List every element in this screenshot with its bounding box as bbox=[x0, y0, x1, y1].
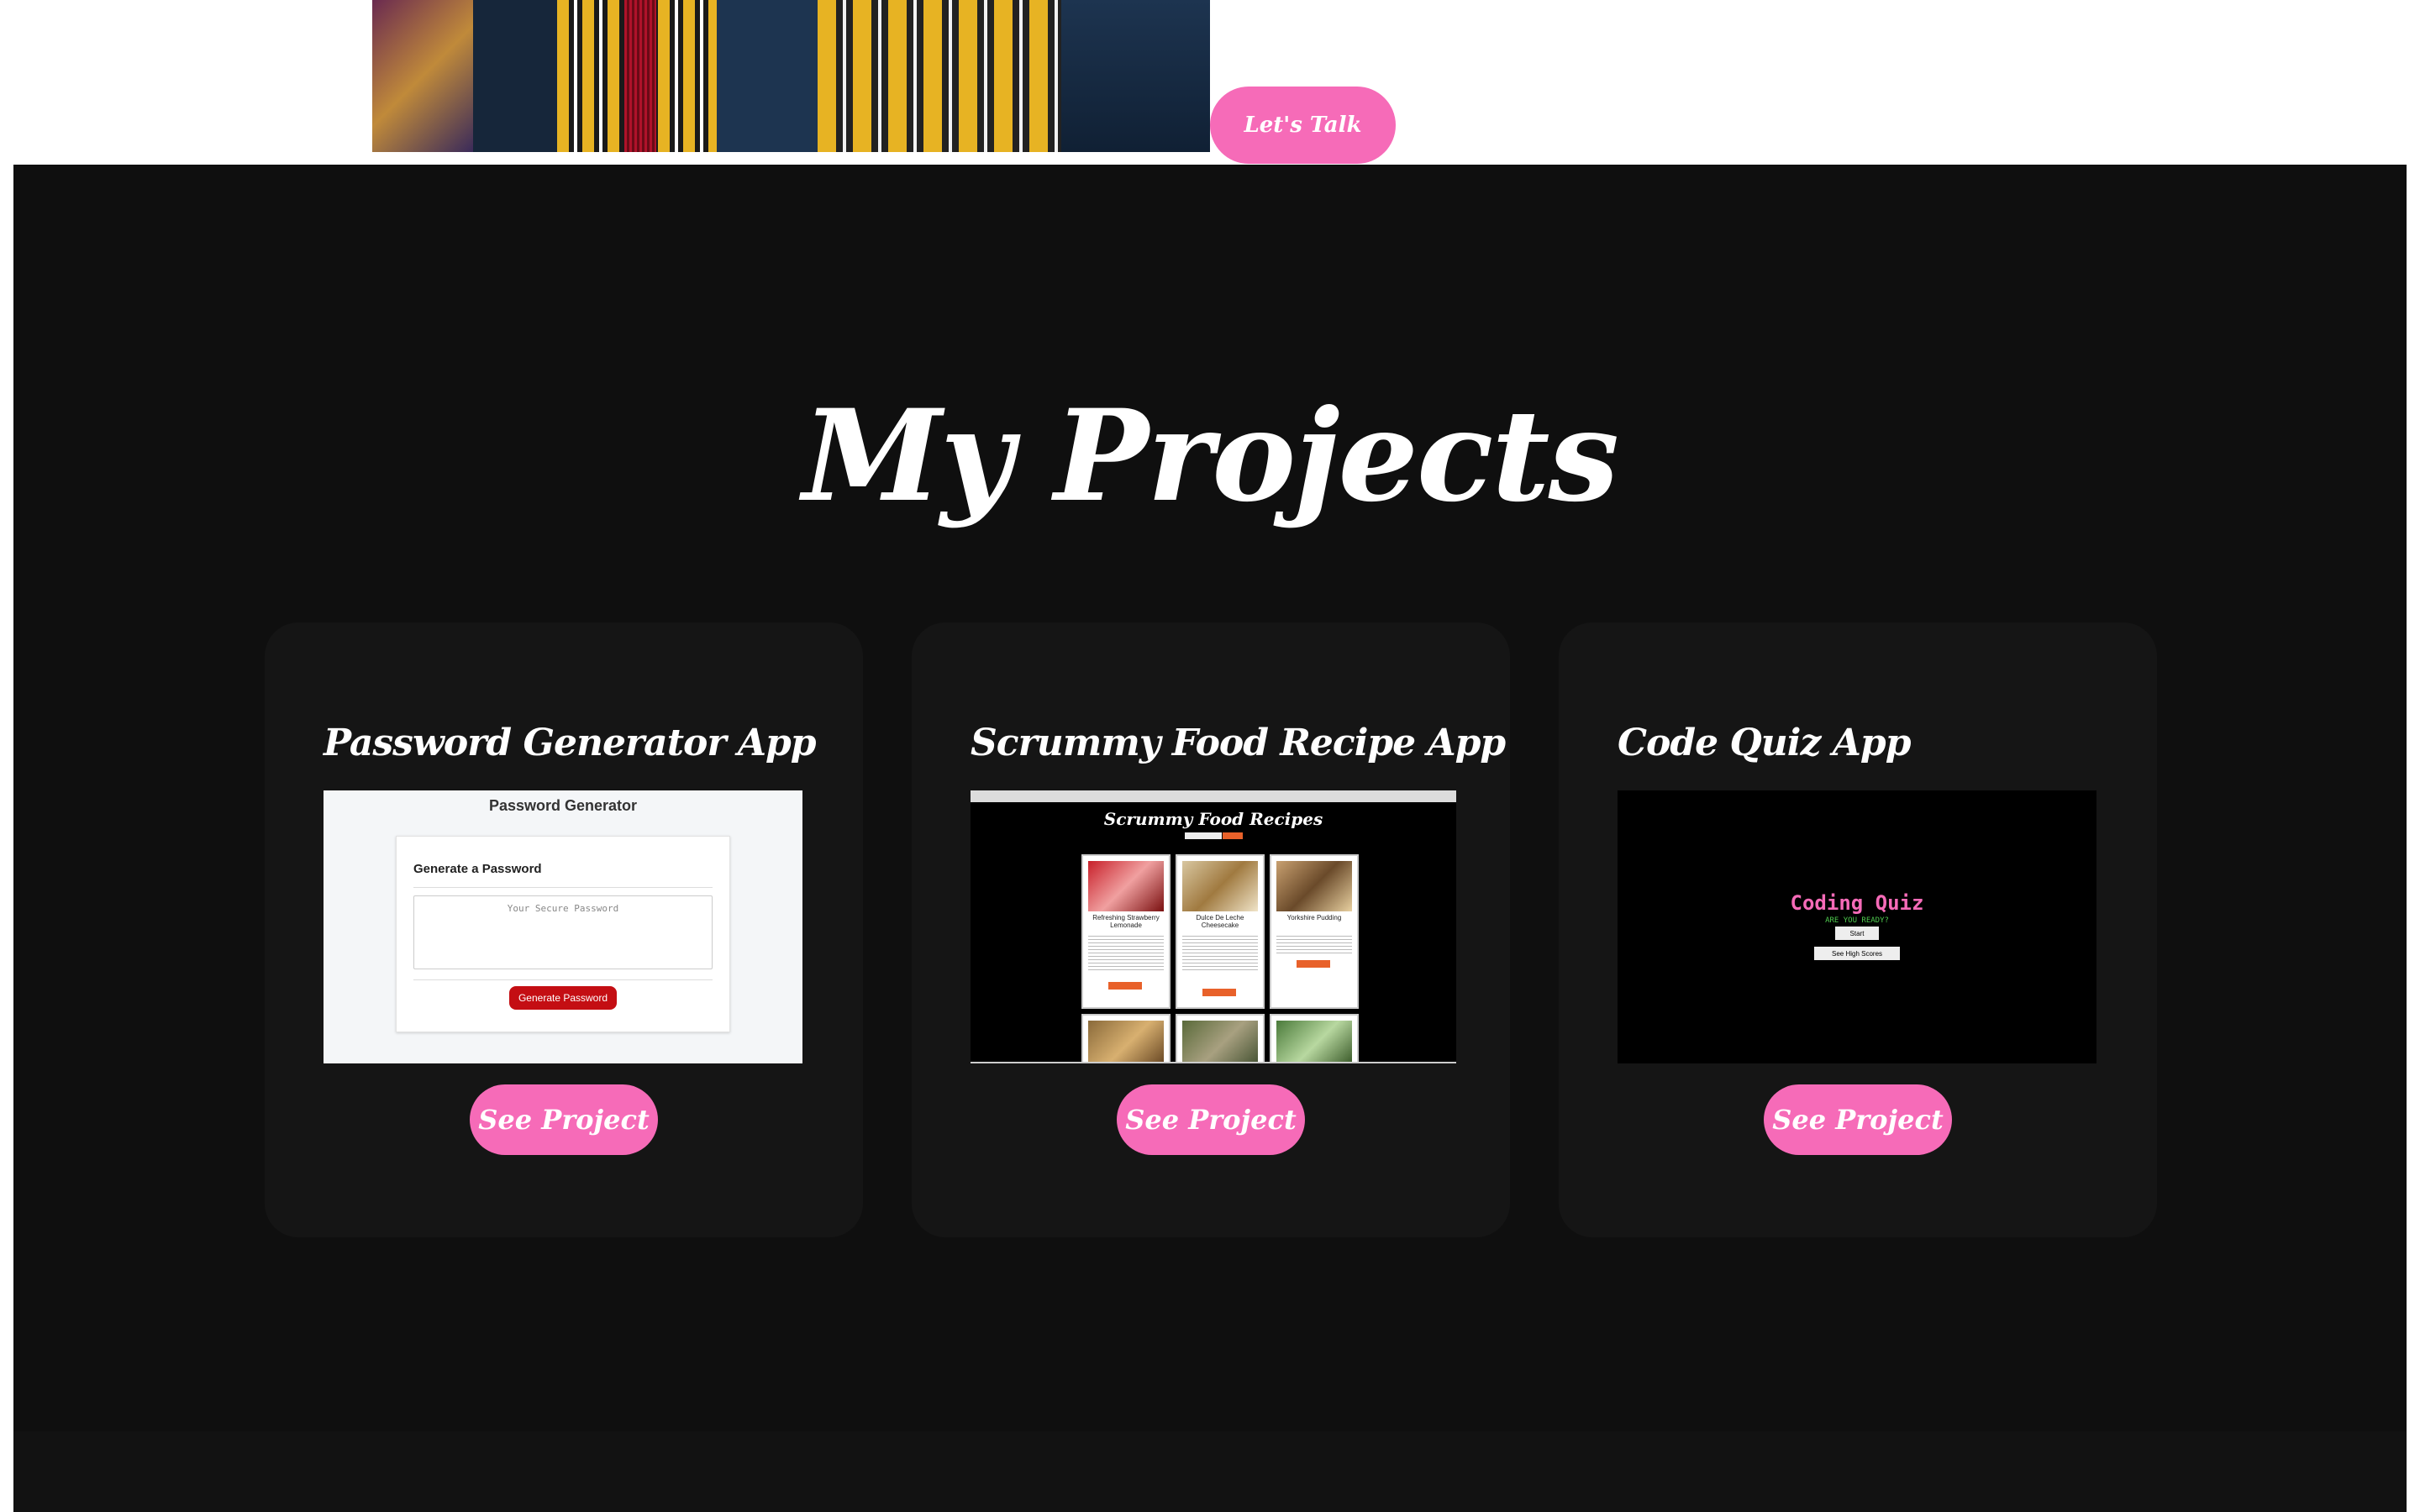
thumbnail-panel: Generate a Password Your Secure Password… bbox=[396, 836, 730, 1032]
recipe-name: Dulce De Leche Cheesecake bbox=[1196, 914, 1244, 929]
thumbnail-start-button: Start bbox=[1835, 927, 1879, 940]
projects-section: My Projects Password Generator App Passw… bbox=[13, 165, 2407, 1431]
recipe-button bbox=[1202, 989, 1236, 996]
recipe-name: Yorkshire Pudding bbox=[1286, 914, 1342, 921]
divider bbox=[413, 887, 713, 888]
see-project-button[interactable]: See Project bbox=[1764, 1084, 1952, 1155]
recipe-text bbox=[1276, 933, 1352, 955]
thumbnail-subheading: ARE YOU READY? bbox=[1825, 916, 1889, 925]
project-thumbnail: Scrummy Food Recipes Refreshing Strawber… bbox=[971, 790, 1456, 1063]
recipe-image bbox=[1088, 861, 1164, 911]
project-card-code-quiz: Code Quiz App Coding Quiz ARE YOU READY?… bbox=[1559, 622, 2157, 1237]
recipe-card: Refreshing Strawberry Lemonade bbox=[1081, 854, 1171, 1009]
recipe-card bbox=[1081, 1014, 1171, 1062]
thumbnail-textarea: Your Secure Password bbox=[413, 895, 713, 969]
recipe-card: Dulce De Leche Cheesecake bbox=[1176, 854, 1265, 1009]
thumbnail-subheading: Generate a Password bbox=[413, 862, 542, 876]
project-title: Scrummy Food Recipe App bbox=[971, 722, 1506, 764]
recipe-card: Yorkshire Pudding bbox=[1270, 854, 1359, 1009]
thumbnail-generate-button: Generate Password bbox=[509, 986, 617, 1010]
thumbnail-heading: Password Generator bbox=[488, 797, 638, 814]
thumbnail-search bbox=[1185, 832, 1222, 839]
see-project-button[interactable]: See Project bbox=[470, 1084, 658, 1155]
thumbnail-placeholder: Your Secure Password bbox=[507, 903, 619, 914]
thumbnail-heading: Coding Quiz bbox=[1790, 891, 1924, 915]
projects-title: My Projects bbox=[802, 382, 1619, 530]
recipe-text bbox=[1088, 933, 1164, 970]
project-title: Password Generator App bbox=[324, 722, 817, 764]
project-card-password-generator: Password Generator App Password Generato… bbox=[265, 622, 863, 1237]
recipe-card bbox=[1270, 1014, 1359, 1062]
recipe-card bbox=[1176, 1014, 1265, 1062]
divider bbox=[413, 979, 713, 980]
recipe-text bbox=[1182, 933, 1258, 970]
recipe-button bbox=[1297, 960, 1330, 968]
recipe-button bbox=[1108, 982, 1142, 990]
project-card-scrummy-food: Scrummy Food Recipe App Scrummy Food Rec… bbox=[912, 622, 1510, 1237]
thumbnail-highscores-button: See High Scores bbox=[1814, 947, 1900, 960]
thumbnail-search-button bbox=[1223, 832, 1243, 839]
recipe-image bbox=[1088, 1021, 1164, 1062]
browser-bar bbox=[971, 790, 1456, 802]
profile-photo bbox=[372, 0, 1210, 152]
recipe-image bbox=[1276, 861, 1352, 911]
recipe-image bbox=[1276, 1021, 1352, 1062]
project-title: Code Quiz App bbox=[1618, 722, 1911, 764]
lets-talk-button[interactable]: Let's Talk bbox=[1210, 87, 1396, 164]
project-thumbnail: Password Generator Generate a Password Y… bbox=[324, 790, 802, 1063]
footer-section bbox=[13, 1431, 2407, 1512]
recipe-image bbox=[1182, 1021, 1258, 1062]
thumbnail-heading: Scrummy Food Recipes bbox=[1103, 809, 1323, 829]
project-thumbnail: Coding Quiz ARE YOU READY? Start See Hig… bbox=[1618, 790, 2096, 1063]
recipe-image bbox=[1182, 861, 1258, 911]
recipe-name: Refreshing Strawberry Lemonade bbox=[1092, 914, 1160, 929]
see-project-button[interactable]: See Project bbox=[1117, 1084, 1305, 1155]
